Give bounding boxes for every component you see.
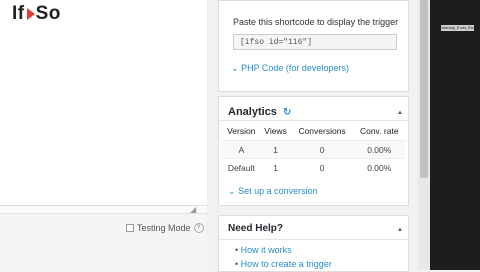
column-header: Conversions xyxy=(298,126,346,136)
scrollbar-thumb[interactable] xyxy=(420,0,428,178)
table-cell: Default xyxy=(222,158,261,176)
bullet-icon: • xyxy=(235,245,239,255)
analytics-table: Version Views Conversions Conv. rate A 1… xyxy=(222,126,405,176)
ifso-logo: If So xyxy=(12,3,61,25)
shortcode-field[interactable]: [ifso id="116"] xyxy=(233,34,397,50)
table-cell: 0 xyxy=(290,140,354,159)
column-header: Conv. rate xyxy=(359,126,399,136)
shortcode-label: Paste this shortcode to display the trig… xyxy=(233,17,399,27)
column-header: Version xyxy=(227,126,256,136)
divider xyxy=(219,120,408,121)
testing-mode-checkbox[interactable] xyxy=(126,224,134,232)
column-header: Views xyxy=(264,126,287,136)
table-cell: 0 xyxy=(290,158,354,176)
table-cell: 1 xyxy=(260,158,291,176)
table-row: A 1 0 0.00% xyxy=(222,140,405,159)
shortcode-box: Paste this shortcode to display the trig… xyxy=(218,0,409,92)
logo-text-left: If xyxy=(12,3,25,24)
collapse-icon[interactable]: ▲ xyxy=(397,227,403,233)
collapse-icon[interactable]: ▲ xyxy=(397,110,403,116)
testing-mode-toggle[interactable]: Testing Mode ? xyxy=(126,223,204,233)
table-cell: 0.00% xyxy=(353,140,405,159)
logo-text-right: So xyxy=(35,3,61,24)
play-arrow-icon xyxy=(26,8,35,20)
setup-conversion-label: Set up a conversion xyxy=(238,186,318,196)
testing-mode-label: Testing Mode xyxy=(137,223,191,233)
analytics-title: Analytics xyxy=(228,106,277,118)
help-link-label: How to create a trigger xyxy=(240,259,332,269)
analytics-box: Analytics ↻ ▲ Version Views Conversions … xyxy=(218,96,409,206)
help-link-how-it-works[interactable]: • How it works xyxy=(235,245,292,255)
php-code-link-label: PHP Code (for developers) xyxy=(241,63,349,73)
php-code-link[interactable]: ⌄ PHP Code (for developers) xyxy=(231,63,349,74)
chevron-down-icon: ⌄ xyxy=(228,186,236,196)
analytics-title-row: Analytics ↻ xyxy=(228,106,291,118)
table-cell: 1 xyxy=(260,140,291,159)
dark-side-panel xyxy=(430,0,480,270)
divider xyxy=(219,239,408,240)
need-help-title: Need Help? xyxy=(228,223,284,234)
help-link-label: How it works xyxy=(240,245,292,255)
table-cell: 0.00% xyxy=(353,158,405,176)
help-link-create-trigger[interactable]: • How to create a trigger xyxy=(235,259,332,269)
table-cell: A xyxy=(222,140,261,159)
refresh-icon[interactable]: ↻ xyxy=(283,107,291,118)
editor-footer xyxy=(0,213,207,271)
help-icon[interactable]: ? xyxy=(193,223,204,233)
tooltip: Already_Exist_Etc xyxy=(441,25,474,31)
need-help-box: Need Help? ▲ • How it works • How to cre… xyxy=(218,215,409,272)
chevron-down-icon: ⌄ xyxy=(231,63,239,73)
table-row: Default 1 0 0.00% xyxy=(222,158,405,176)
setup-conversion-link[interactable]: ⌄ Set up a conversion xyxy=(228,186,318,197)
bullet-icon: • xyxy=(235,259,239,269)
editor-statusbar xyxy=(0,205,207,213)
